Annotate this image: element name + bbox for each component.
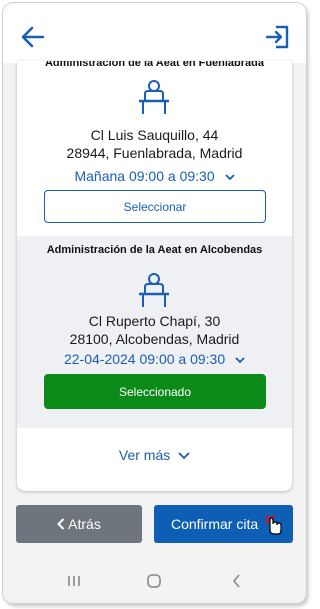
back-button[interactable]: Atrás — [16, 505, 142, 543]
chevron-down-icon — [224, 174, 235, 181]
recent-apps-icon[interactable] — [66, 573, 82, 589]
top-bar — [3, 3, 306, 63]
back-arrow-icon[interactable] — [19, 23, 47, 51]
android-nav-bar — [3, 559, 306, 603]
office-time-dropdown[interactable]: 22-04-2024 09:00 a 09:30 — [17, 351, 292, 367]
office-desk-icon — [139, 80, 169, 114]
confirm-button-label: Confirmar cita — [171, 516, 259, 532]
chevron-down-icon — [235, 357, 245, 364]
selected-office-button[interactable]: Seleccionado — [44, 374, 266, 409]
select-office-button[interactable]: Seleccionar — [44, 190, 266, 223]
show-more-link[interactable]: Ver más — [17, 447, 292, 463]
back-button-label: Atrás — [68, 516, 101, 532]
logout-icon[interactable] — [264, 23, 292, 51]
action-bar: Atrás Confirmar cita — [3, 499, 306, 549]
office-item: Administración de la Aeat en Fuenlabrada… — [17, 61, 292, 226]
hand-cursor-icon — [265, 515, 282, 535]
home-icon[interactable] — [146, 573, 162, 589]
office-item-selected: Administración de la Aeat en Alcobendas … — [17, 236, 292, 428]
office-time: Mañana 09:00 a 09:30 — [74, 168, 215, 184]
office-address-line1: Cl Luis Sauquillo, 44 — [90, 127, 219, 143]
chevron-down-icon — [178, 452, 190, 460]
nav-back-icon[interactable] — [229, 573, 245, 589]
phone-screen: Administración de la Aeat en Fuenlabrada… — [3, 3, 306, 603]
show-more-label: Ver más — [118, 447, 171, 463]
offices-card: Administración de la Aeat en Fuenlabrada… — [17, 61, 292, 491]
office-address-line1: Cl Ruperto Chapí, 30 — [88, 313, 221, 329]
office-address-line2: 28100, Alcobendas, Madrid — [69, 331, 240, 347]
chevron-left-icon — [57, 518, 65, 530]
office-time-dropdown[interactable]: Mañana 09:00 a 09:30 — [17, 168, 292, 184]
office-time: 22-04-2024 09:00 a 09:30 — [63, 351, 226, 367]
office-title: Administración de la Aeat en Alcobendas — [46, 244, 263, 256]
office-title: Administración de la Aeat en Fuenlabrada — [44, 61, 265, 69]
office-desk-icon — [139, 273, 169, 307]
office-address-line2: 28944, Fuenlabrada, Madrid — [66, 145, 243, 161]
